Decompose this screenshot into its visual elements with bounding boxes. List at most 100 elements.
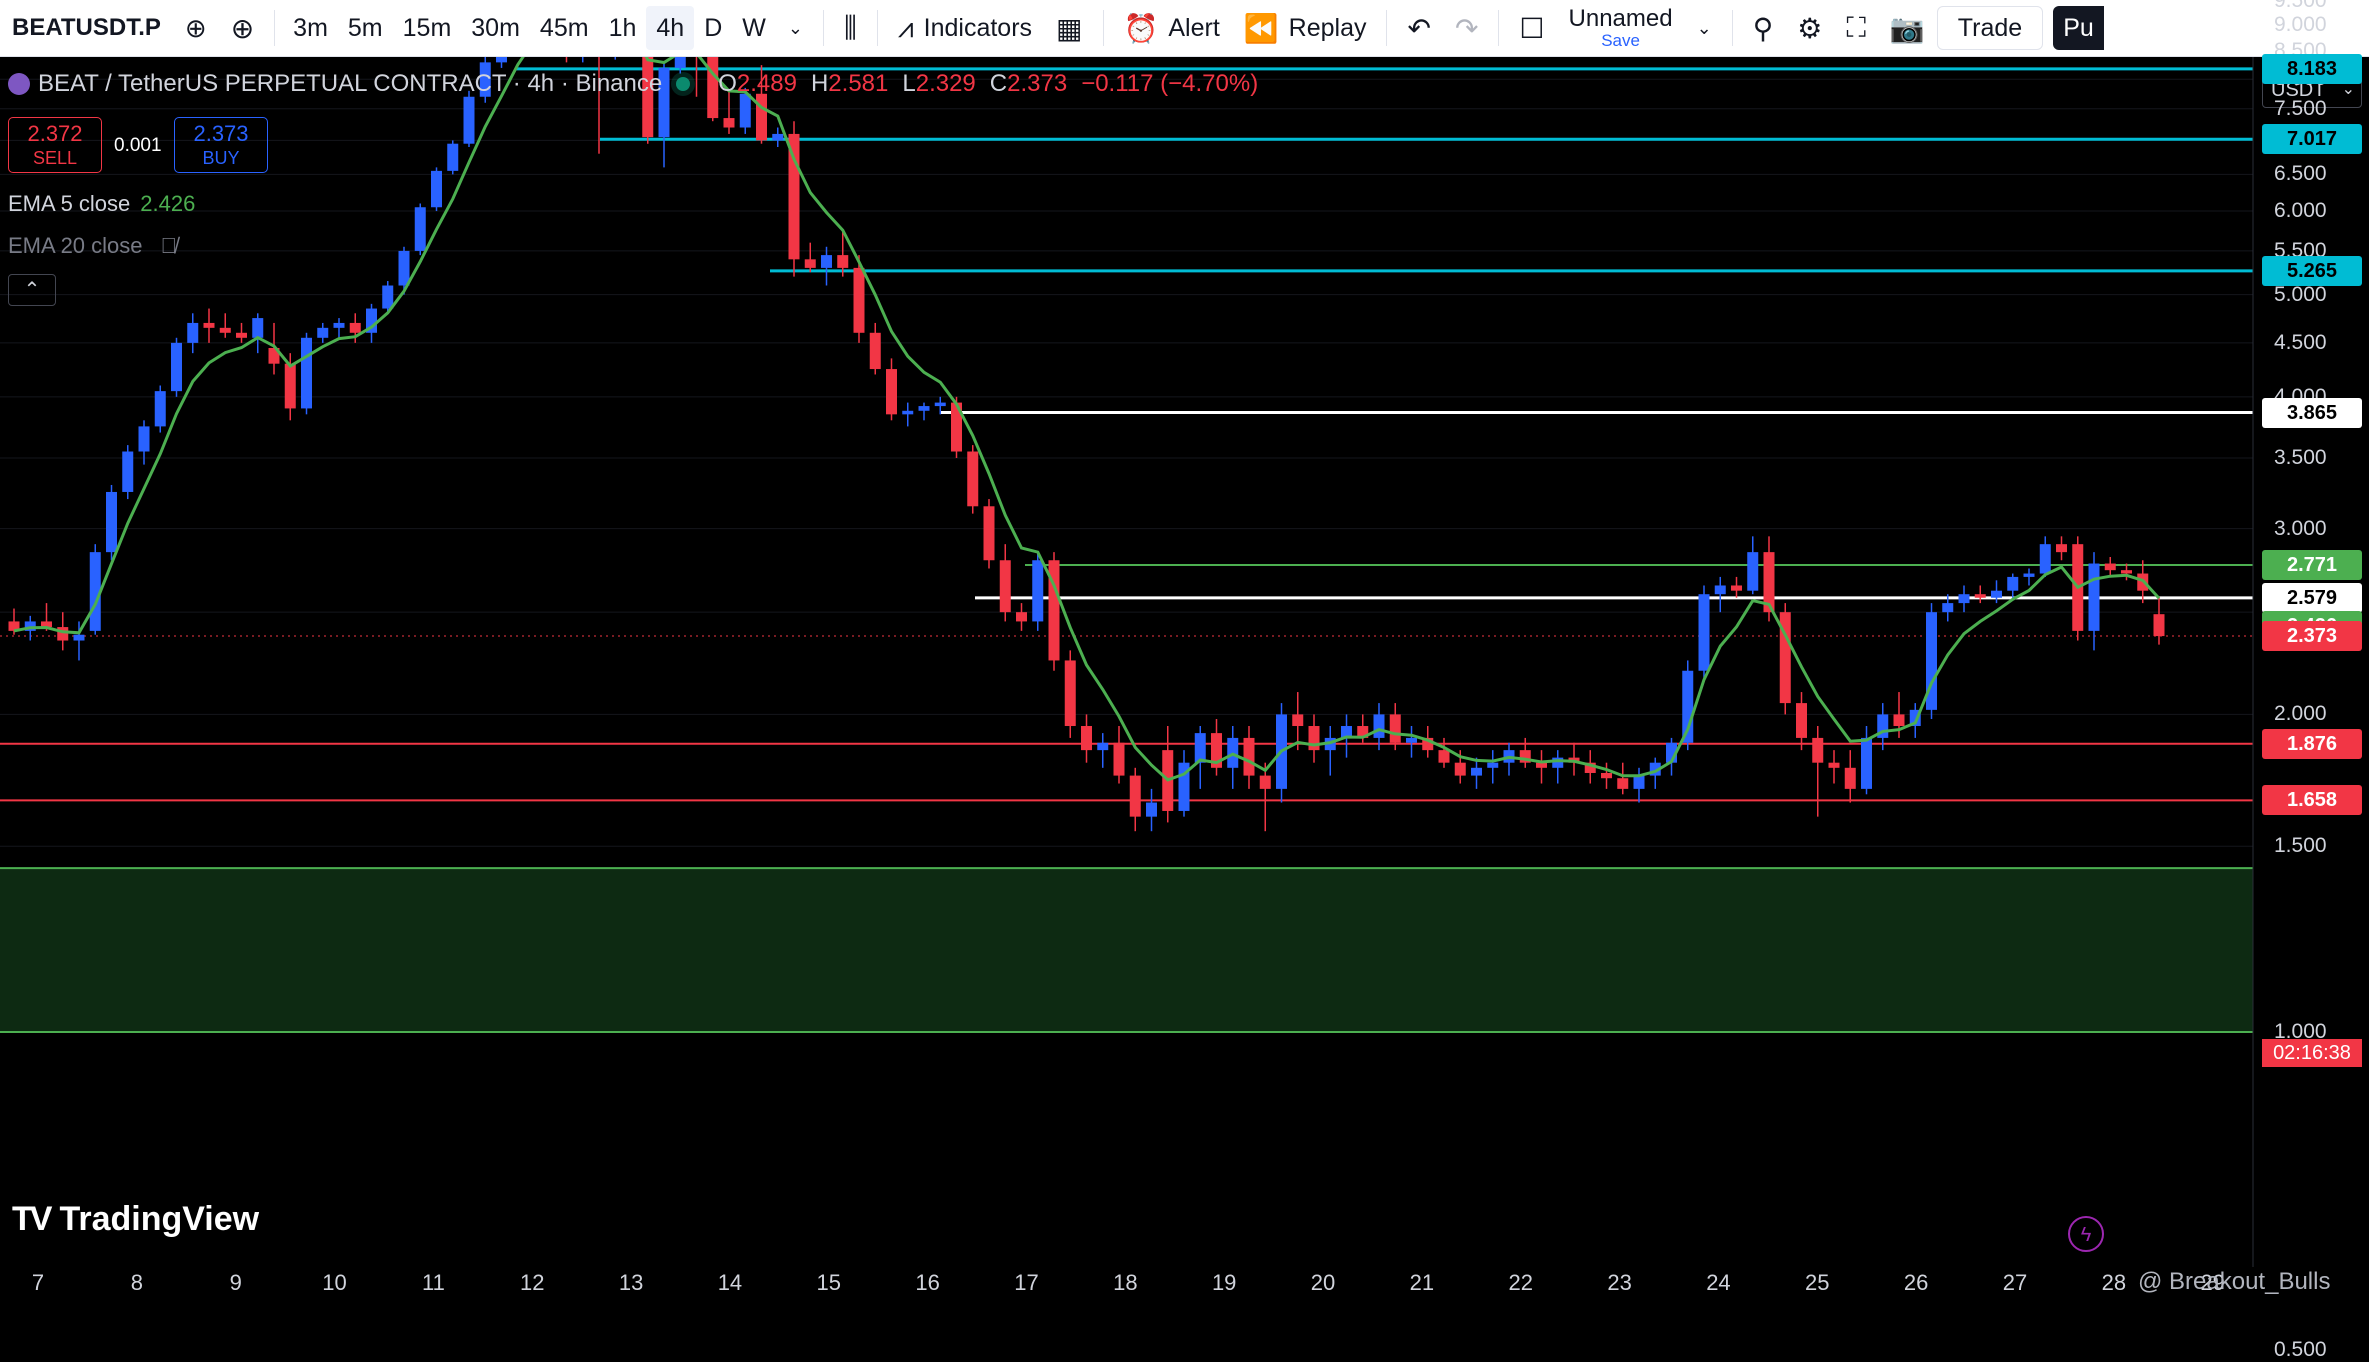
candle-body[interactable] <box>301 337 312 409</box>
candle-body[interactable] <box>1633 775 1645 789</box>
candle-body[interactable] <box>821 255 832 268</box>
candle-body[interactable] <box>1942 603 1954 613</box>
candle-body[interactable] <box>447 143 459 171</box>
candle-body[interactable] <box>73 634 85 641</box>
layout-save[interactable]: Save <box>1601 31 1640 50</box>
quick-search-icon[interactable]: ⚲ <box>1741 0 1786 56</box>
candle-body[interactable] <box>886 369 897 415</box>
candle-body[interactable] <box>463 96 475 144</box>
price-label[interactable]: 1.658 <box>2262 785 2362 816</box>
lightning-icon[interactable]: ϟ <box>2068 1216 2104 1252</box>
candle-body[interactable] <box>1731 585 1742 591</box>
symbol-search[interactable]: BEATUSDT.P <box>0 0 173 56</box>
timeframe-15m[interactable]: 15m <box>393 0 462 56</box>
candle-body[interactable] <box>1097 742 1109 751</box>
candle-body[interactable] <box>236 332 247 338</box>
timeframe-30m[interactable]: 30m <box>461 0 530 56</box>
candle-body[interactable] <box>1032 560 1044 622</box>
candle-body[interactable] <box>804 259 816 268</box>
add-symbol-icon[interactable]: ⊕ <box>173 0 219 56</box>
candle-body[interactable] <box>349 322 361 333</box>
price-label[interactable]: 2.579 <box>2262 582 2362 613</box>
candle-body[interactable] <box>414 207 426 251</box>
candle-body[interactable] <box>2056 544 2067 553</box>
candle-body[interactable] <box>252 318 264 338</box>
candle-body[interactable] <box>837 255 849 268</box>
candle-body[interactable] <box>1893 714 1905 727</box>
layout-checkbox-icon[interactable]: ☐ <box>1507 0 1556 56</box>
candle-body[interactable] <box>1812 737 1824 763</box>
chevron-down-icon[interactable]: ⌄ <box>1685 0 1724 56</box>
price-label[interactable]: 1.876 <box>2262 728 2362 759</box>
timeframe-w[interactable]: W <box>732 0 776 56</box>
candle-body[interactable] <box>431 170 442 208</box>
candle-body[interactable] <box>1389 714 1401 743</box>
candle-body[interactable] <box>1259 775 1271 789</box>
candle-body[interactable] <box>1714 585 1726 595</box>
timeframe-d[interactable]: D <box>694 0 732 56</box>
replay-button[interactable]: ⏪ Replay <box>1232 0 1379 56</box>
candle-body[interactable] <box>154 391 166 427</box>
timeframe-45m[interactable]: 45m <box>530 0 599 56</box>
price-label[interactable]: 5.265 <box>2262 255 2362 286</box>
candle-body[interactable] <box>1601 772 1612 779</box>
candle-body[interactable] <box>1487 762 1499 768</box>
candle-body[interactable] <box>1617 778 1629 789</box>
candle-body[interactable] <box>171 342 182 392</box>
candle-body[interactable] <box>999 560 1011 613</box>
price-label[interactable]: 8.183 <box>2262 53 2362 84</box>
timeframe-5m[interactable]: 5m <box>338 0 393 56</box>
price-label[interactable]: 2.771 <box>2262 550 2362 581</box>
candle-body[interactable] <box>1081 726 1092 751</box>
candle-body[interactable] <box>756 93 767 141</box>
timeframe-3m[interactable]: 3m <box>283 0 338 56</box>
candle-body[interactable] <box>1828 762 1840 768</box>
candle-body[interactable] <box>1844 767 1856 789</box>
trade-button[interactable]: Trade <box>1936 6 2044 50</box>
candle-body[interactable] <box>1991 590 2002 598</box>
undo-icon[interactable]: ↶ <box>1395 0 1442 56</box>
candles-icon[interactable]: ⫼ <box>832 0 869 56</box>
candle-body[interactable] <box>869 332 881 370</box>
candle-body[interactable] <box>382 285 394 309</box>
candle-body[interactable] <box>902 410 914 415</box>
candle-body[interactable] <box>122 451 134 492</box>
tradingview-logo[interactable]: TV TradingView <box>12 1200 259 1239</box>
candle-body[interactable] <box>1958 594 1970 604</box>
candle-body[interactable] <box>967 451 979 507</box>
price-label[interactable]: 2.373 <box>2262 621 2362 652</box>
candle-body[interactable] <box>772 133 784 141</box>
candle-body[interactable] <box>853 267 865 333</box>
candle-body[interactable] <box>333 322 345 328</box>
candle-body[interactable] <box>1194 733 1206 763</box>
candle-body[interactable] <box>1438 750 1450 763</box>
candle-body[interactable] <box>57 627 69 641</box>
candle-body[interactable] <box>674 57 686 68</box>
layout-name-button[interactable]: Unnamed Save <box>1557 0 1685 56</box>
candle-body[interactable] <box>1747 552 1759 591</box>
candle-body[interactable] <box>1243 737 1255 776</box>
candle-body[interactable] <box>2007 576 2019 591</box>
price-label[interactable]: 7.017 <box>2262 124 2362 155</box>
candle-body[interactable] <box>317 327 329 338</box>
publish-button[interactable]: Pu <box>2053 6 2104 50</box>
candle-body[interactable] <box>187 322 199 343</box>
candle-body[interactable] <box>1064 660 1076 727</box>
hidden-eye-icon[interactable]: 👁̸ <box>161 233 178 258</box>
candle-body[interactable] <box>2088 563 2100 631</box>
candle-body[interactable] <box>2121 570 2132 574</box>
collapse-legend-button[interactable]: ⌃ <box>8 274 56 306</box>
sell-button[interactable]: 2.372 SELL <box>8 117 102 173</box>
indicators-button[interactable]: ⩘ Indicators <box>886 0 1044 56</box>
buy-button[interactable]: 2.373 BUY <box>174 117 268 173</box>
candle-body[interactable] <box>2023 573 2035 577</box>
candle-body[interactable] <box>284 363 296 409</box>
chevron-down-icon[interactable]: ⌄ <box>776 0 815 56</box>
timeframe-4h[interactable]: 4h <box>646 6 695 50</box>
candle-body[interactable] <box>219 327 231 333</box>
candle-body[interactable] <box>1796 703 1807 738</box>
candle-body[interactable] <box>496 57 507 63</box>
timeframe-1h[interactable]: 1h <box>599 0 647 56</box>
candle-body[interactable] <box>1113 742 1125 776</box>
candle-body[interactable] <box>1129 775 1141 817</box>
